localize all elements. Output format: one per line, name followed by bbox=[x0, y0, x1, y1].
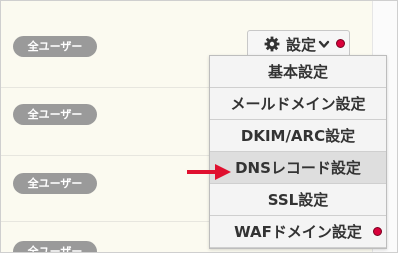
menu-item-waf-domain-settings[interactable]: WAFドメイン設定 bbox=[210, 216, 386, 248]
settings-dropdown-menu: 基本設定 メールドメイン設定 DKIM/ARC設定 DNSレコード設定 SSL設… bbox=[209, 55, 387, 249]
menu-item-mail-domain-settings[interactable]: メールドメイン設定 bbox=[210, 88, 386, 120]
gear-icon bbox=[264, 36, 280, 52]
menu-item-dkim-arc-settings[interactable]: DKIM/ARC設定 bbox=[210, 120, 386, 152]
user-scope-badge: 全ユーザー bbox=[13, 36, 97, 57]
notification-dot bbox=[373, 227, 382, 236]
menu-item-basic-settings[interactable]: 基本設定 bbox=[210, 56, 386, 88]
settings-dropdown-button[interactable]: 設定 bbox=[247, 30, 350, 58]
screenshot-frame: 全ユーザー 全ユーザー 全ユーザー 全ユーザー 設定 基本設定 メールドメイン設… bbox=[0, 0, 398, 253]
user-scope-badge: 全ユーザー bbox=[13, 104, 97, 125]
user-scope-badge: 全ユーザー bbox=[13, 241, 97, 252]
user-scope-badge: 全ユーザー bbox=[13, 173, 97, 194]
settings-label: 設定 bbox=[286, 35, 317, 54]
menu-item-ssl-settings[interactable]: SSL設定 bbox=[210, 184, 386, 216]
chevron-down-icon bbox=[318, 38, 330, 50]
arrow-right-icon bbox=[187, 164, 231, 180]
notification-dot bbox=[336, 39, 345, 48]
menu-item-label: WAFドメイン設定 bbox=[234, 223, 362, 241]
menu-item-dns-record-settings[interactable]: DNSレコード設定 bbox=[210, 152, 386, 184]
